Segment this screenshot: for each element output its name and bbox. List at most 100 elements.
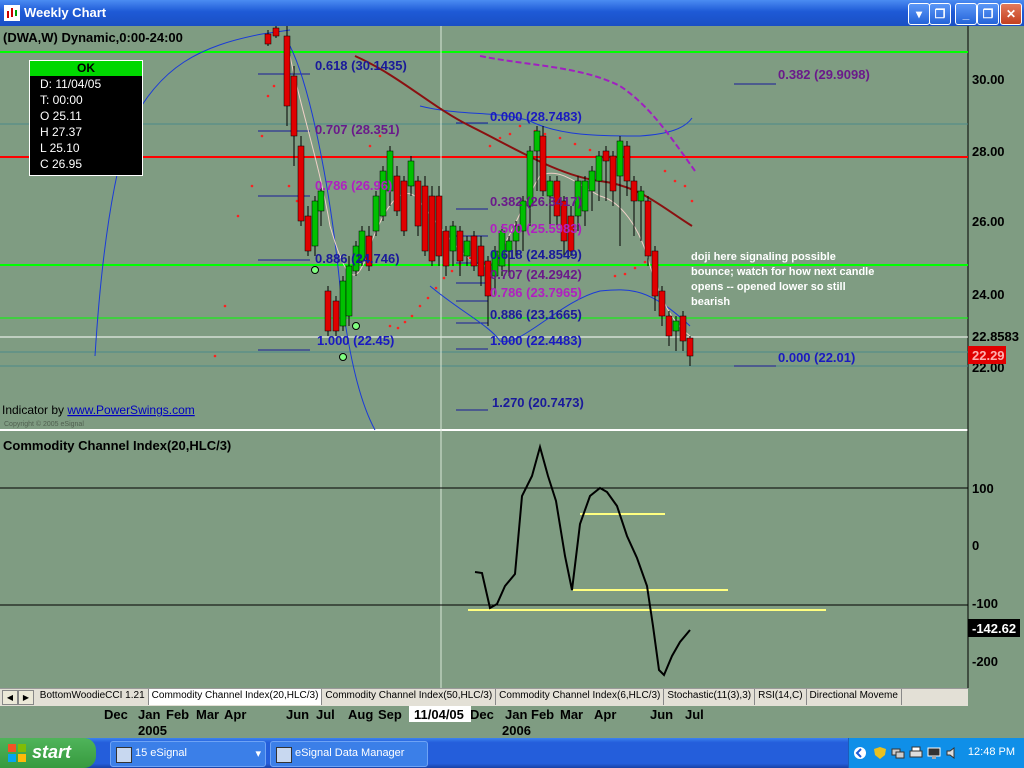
sar-dot	[250, 184, 254, 188]
tab-rsi[interactable]: RSI(14,C)	[755, 689, 807, 705]
windows-flag-icon	[8, 744, 26, 762]
fib-label: 0.786 (26.96)	[315, 178, 392, 193]
candle-body	[372, 195, 380, 232]
sar-dot	[213, 354, 217, 358]
cci-tick: -200	[972, 654, 998, 669]
candle[interactable]	[339, 276, 347, 331]
start-button[interactable]: start	[0, 738, 96, 768]
candle-body	[442, 230, 450, 267]
candle[interactable]	[470, 231, 478, 271]
candle[interactable]	[428, 186, 436, 266]
sar-dot	[543, 132, 547, 136]
ohlc-info-box: OK D: 11/04/05 T: 00:00 O 25.11 H 27.37 …	[29, 60, 143, 176]
x-axis-label: Mar	[560, 707, 583, 722]
cursor-date: 11/04/05	[414, 707, 464, 722]
indicator-credit-prefix: Indicator by	[2, 403, 67, 417]
candle[interactable]	[324, 286, 332, 336]
display-icon[interactable]	[927, 746, 941, 760]
candle-body	[679, 315, 687, 342]
chart-canvas[interactable]: (DWA,W) Dynamic,0:00-24:00 0.618 (30.143…	[0, 26, 1024, 738]
close-button[interactable]: ✕	[1000, 3, 1022, 25]
swing-marker	[311, 266, 319, 274]
minimize-window-button[interactable]: _	[955, 3, 977, 25]
fib-label: 1.270 (20.7473)	[492, 395, 584, 410]
sar-dot	[260, 134, 264, 138]
taskbar: start 15 eSignal ▾ eSignal Data Manager …	[0, 738, 1024, 768]
candle[interactable]	[539, 126, 547, 196]
candle-body	[324, 290, 332, 332]
tab-cci-6[interactable]: Commodity Channel Index(6,HLC/3)	[496, 689, 665, 705]
annotation-line: doji here signaling possible	[691, 251, 836, 263]
indicator-credit: Indicator by www.PowerSwings.com	[2, 403, 195, 417]
candle[interactable]	[372, 191, 380, 236]
candle-body	[651, 250, 659, 297]
candle[interactable]	[435, 186, 443, 266]
x-axis-label: Apr	[224, 707, 246, 722]
fib-label: 1.000 (22.4483)	[490, 333, 582, 348]
sar-dot	[287, 184, 291, 188]
candle[interactable]	[400, 176, 408, 236]
candle-body	[609, 155, 617, 192]
sar-dot	[623, 272, 627, 276]
x-axis-year-label: 2006	[502, 723, 531, 738]
ohlc-row: L 25.10	[40, 141, 80, 155]
printer-icon[interactable]	[909, 746, 923, 760]
candle[interactable]	[272, 26, 280, 38]
tab-scroll-left-icon[interactable]: ◀	[2, 690, 18, 705]
candle[interactable]	[644, 196, 652, 266]
candle-body	[428, 195, 436, 262]
candle-body	[435, 195, 443, 257]
candle[interactable]	[345, 256, 353, 326]
fib-label: 0.500 (25.5983)	[490, 221, 582, 236]
candle[interactable]	[332, 296, 340, 336]
sar-dot	[683, 184, 687, 188]
cci-title: Commodity Channel Index(20,HLC/3)	[3, 438, 231, 453]
fib-label: 0.886 (24.746)	[315, 251, 400, 266]
x-axis-label: Jul	[685, 707, 704, 722]
network-icon[interactable]	[891, 746, 905, 760]
candle-body	[637, 190, 645, 202]
fib-label: 0.000 (22.01)	[778, 350, 855, 365]
tab-cci-50[interactable]: Commodity Channel Index(50,HLC/3)	[322, 689, 497, 705]
x-axis-label: Apr	[594, 707, 616, 722]
sar-dot	[442, 276, 446, 280]
taskbar-data-manager[interactable]: eSignal Data Manager	[270, 741, 428, 767]
candle-body	[665, 315, 673, 337]
restore-button[interactable]: ❐	[977, 3, 999, 25]
data-manager-icon	[276, 747, 292, 763]
tab-directional-movement[interactable]: Directional Moveme	[807, 689, 902, 705]
ohlc-row: C 26.95	[40, 157, 83, 171]
x-axis-year-label: 2005	[138, 723, 167, 738]
window-app-menu-button[interactable]: ▾	[908, 3, 930, 25]
taskbar-esignal[interactable]: 15 eSignal ▾	[110, 741, 266, 767]
candle[interactable]	[297, 136, 305, 226]
candle[interactable]	[379, 166, 387, 221]
candle-body	[602, 150, 610, 162]
clock[interactable]: 12:48 PM	[968, 746, 1015, 758]
chart-app-icon	[4, 5, 20, 21]
tab-cci-20[interactable]: Commodity Channel Index(20,HLC/3)	[148, 689, 323, 705]
security-shield-icon[interactable]	[873, 746, 887, 760]
volume-icon[interactable]	[945, 746, 959, 760]
price-panel[interactable]	[0, 26, 968, 430]
ohlc-row: O 25.11	[40, 109, 82, 123]
fib-label: 0.618 (24.8549)	[490, 247, 582, 262]
sar-dot	[272, 84, 276, 88]
tab-stochastic[interactable]: Stochastic(11(3),3)	[664, 689, 756, 705]
sar-dot	[663, 169, 667, 173]
cci-value-label: -142.62	[972, 621, 1016, 636]
tab-scroll-right-icon[interactable]: ▶	[18, 690, 34, 705]
tray-arrow-icon[interactable]	[853, 746, 867, 760]
annotation-line: opens -- opened lower so still	[691, 281, 846, 293]
cci-tick: 0	[972, 538, 979, 553]
minimize-button[interactable]: ❐	[929, 3, 951, 25]
indicator-credit-link[interactable]: www.PowerSwings.com	[66, 403, 194, 417]
candle[interactable]	[421, 176, 429, 256]
fib-label: 0.618 (30.1435)	[315, 58, 407, 73]
tab-bottomwoodiecci[interactable]: BottomWoodieCCI 1.21	[37, 689, 149, 705]
x-axis-label: Dec	[470, 707, 494, 722]
title-bar: Weekly Chart ▾ ❐ _ ❐ ✕	[0, 0, 1024, 26]
chevron-down-icon: ▾	[255, 748, 261, 760]
sar-dot	[508, 132, 512, 136]
candle-body	[290, 75, 298, 137]
